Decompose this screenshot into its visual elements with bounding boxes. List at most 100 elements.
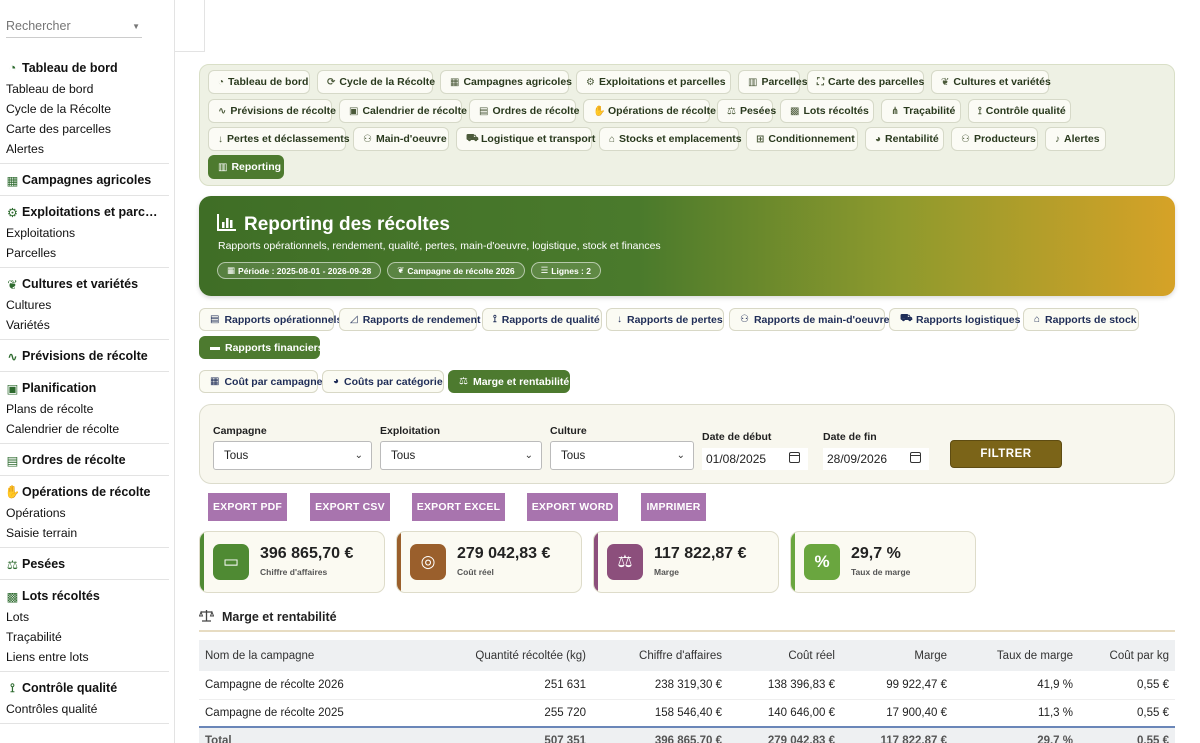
report-tab-rapports-de-rendement[interactable]: ◿ Rapports de rendement <box>339 308 481 331</box>
modnav-operations-de-recolte[interactable]: ✋ Opérations de récolte <box>583 99 716 123</box>
column-header-cout-par-kg[interactable]: Coût par kg <box>1079 640 1175 671</box>
calendar-icon[interactable] <box>910 452 921 463</box>
modnav-conditionnement[interactable]: ⊞ Conditionnement <box>746 127 858 151</box>
report-tab-rapports-de-qualite[interactable]: ⟟ Rapports de qualité <box>482 308 602 331</box>
sidebar-group-header[interactable]: ▩ Lots récoltés <box>0 585 169 607</box>
report-tab-rapports-logistiques[interactable]: ⛟ Rapports logistiques <box>889 308 1020 331</box>
sidebar-item-parcelles[interactable]: Parcelles <box>0 243 169 263</box>
modnav-logistique-et-transport[interactable]: ⛟ Logistique et transport <box>456 127 595 151</box>
modnav-label: Pertes et déclassements <box>227 133 350 145</box>
column-header-cout-reel[interactable]: Coût réel <box>728 640 841 671</box>
modnav-parcelles[interactable]: ▥ Parcelles <box>738 70 808 94</box>
column-header-quantite-recoltee-kg[interactable]: Quantité récoltée (kg) <box>414 640 592 671</box>
column-header-taux-de-marge[interactable]: Taux de marge <box>953 640 1079 671</box>
export-pdf-button[interactable]: EXPORT PDF <box>208 493 287 521</box>
sidebar-group-header[interactable]: ⚙ Exploitations et parc… <box>0 201 169 223</box>
export-excel-button[interactable]: EXPORT EXCEL <box>412 493 505 521</box>
page-title: Reporting des récoltes <box>217 213 450 237</box>
gauge-icon: ◔ <box>218 76 225 88</box>
sidebar-group-header[interactable]: ⟟ Contrôle qualité <box>0 677 169 699</box>
report-tab-rapports-financiers[interactable]: ▬ Rapports financiers <box>199 336 324 359</box>
sidebar-group-title: Tableau de bord <box>22 61 118 75</box>
chevron-down-icon[interactable]: ▼ <box>132 22 140 31</box>
sidebar-group-header[interactable]: ▣ Planification <box>0 377 169 399</box>
modnav-tableau-de-bord[interactable]: ◔ Tableau de bord <box>208 70 310 94</box>
bar-chart-icon <box>217 213 237 237</box>
sidebar-item-tracabilite[interactable]: Traçabilité <box>0 627 169 647</box>
modnav-cultures-et-varietes[interactable]: ❦ Cultures et variétés <box>931 70 1051 94</box>
arrow-down-icon: ↓ <box>617 314 622 325</box>
sidebar-group-header[interactable]: ▦ Campagnes agricoles <box>0 169 169 191</box>
filter-button[interactable]: FILTRER <box>950 440 1062 468</box>
date-debut-input[interactable]: 01/08/2025 <box>702 448 808 470</box>
exploitation-select[interactable]: Tous ⌄ <box>380 441 542 470</box>
section-title-text: Marge et rentabilité <box>222 610 337 624</box>
sidebar-item-liens-entre-lots[interactable]: Liens entre lots <box>0 647 169 667</box>
sidebar-item-carte-des-parcelles[interactable]: Carte des parcelles <box>0 119 169 139</box>
sidebar-item-cultures[interactable]: Cultures <box>0 295 169 315</box>
sidebar-group-header[interactable]: ✋ Opérations de récolte <box>0 481 169 503</box>
sidebar-item-controles-qualite[interactable]: Contrôles qualité <box>0 699 169 719</box>
modnav-exploitations-et-parcelles[interactable]: ⚙ Exploitations et parcelles <box>576 70 731 94</box>
table-row[interactable]: Campagne de récolte 2025 255 720 158 546,4… <box>199 699 1175 728</box>
culture-select[interactable]: Tous ⌄ <box>550 441 694 470</box>
sidebar-item-exploitations[interactable]: Exploitations <box>0 223 169 243</box>
sub-tab-marge-et-rentabilite[interactable]: ⚖ Marge et rentabilité <box>448 370 570 393</box>
sidebar-item-saisie-terrain[interactable]: Saisie terrain <box>0 523 169 543</box>
modnav-lots-recoltes[interactable]: ▩ Lots récoltés <box>780 99 874 123</box>
sidebar-item-varietes[interactable]: Variétés <box>0 315 169 335</box>
modnav-stocks-et-emplacements[interactable]: ⌂ Stocks et emplacements <box>599 127 742 151</box>
sidebar-group-header[interactable]: ▤ Ordres de récolte <box>0 449 169 471</box>
export-word-button[interactable]: EXPORT WORD <box>527 493 618 521</box>
sidebar-group-header[interactable]: ⚖ Pesées <box>0 553 169 575</box>
campagne-select[interactable]: Tous ⌄ <box>213 441 372 470</box>
table-row[interactable]: Campagne de récolte 2026 251 631 238 319,3… <box>199 671 1175 700</box>
modnav-producteurs[interactable]: ⚇ Producteurs <box>951 127 1038 151</box>
sidebar-item-tableau-de-bord[interactable]: Tableau de bord <box>0 79 169 99</box>
date-fin-input[interactable]: 28/09/2026 <box>823 448 929 470</box>
modnav-rentabilite[interactable]: ◕ Rentabilité <box>865 127 944 151</box>
modnav-calendrier-de-recolte[interactable]: ▣ Calendrier de récolte <box>339 99 467 123</box>
scale-icon: ⚖ <box>459 376 468 387</box>
sidebar-group-header[interactable]: ❦ Cultures et variétés <box>0 273 169 295</box>
column-header-marge[interactable]: Marge <box>841 640 953 671</box>
print-button[interactable]: IMPRIMER <box>641 493 706 521</box>
report-tab-rapports-de-main-d-oeuvre[interactable]: ⚇ Rapports de main-d'oeuvre <box>729 308 890 331</box>
sidebar-group-header[interactable]: ∿ Prévisions de récolte <box>0 345 169 367</box>
sub-tab-cout-par-campagne[interactable]: ▦ Coût par campagne <box>199 370 322 393</box>
modnav-previsions-de-recolte[interactable]: ∿ Prévisions de récolte <box>208 99 336 123</box>
sidebar-item-operations[interactable]: Opérations <box>0 503 169 523</box>
modnav-cycle-de-la-recolte[interactable]: ⟳ Cycle de la Récolte <box>317 70 435 94</box>
rows-chip-text: Lignes : 2 <box>551 265 591 276</box>
sidebar-search[interactable]: ▼ <box>6 14 142 38</box>
modnav-ordres-de-recolte[interactable]: ▤ Ordres de récolte <box>469 99 579 123</box>
export-csv-button[interactable]: EXPORT CSV <box>310 493 390 521</box>
search-input[interactable] <box>6 14 126 33</box>
modnav-carte-des-parcelles[interactable]: ⛶ Carte des parcelles <box>807 70 924 94</box>
sidebar-item-alertes[interactable]: Alertes <box>0 139 169 159</box>
sidebar-item-cycle-de-la-recolte[interactable]: Cycle de la Récolte <box>0 99 169 119</box>
bell-icon: ♪ <box>1055 133 1060 145</box>
app-root: ▼ ◔Tableau de bordTableau de bordCycle d… <box>0 0 1200 743</box>
modnav-campagnes-agricoles[interactable]: ▦ Campagnes agricoles <box>440 70 572 94</box>
sub-tab-couts-par-categorie[interactable]: ◕ Coûts par catégorie <box>322 370 444 393</box>
modnav-tracabilite[interactable]: ⋔ Traçabilité <box>881 99 961 123</box>
modnav-alertes[interactable]: ♪ Alertes <box>1045 127 1106 151</box>
calendar-icon[interactable] <box>789 452 800 463</box>
sidebar-item-lots[interactable]: Lots <box>0 607 169 627</box>
map-icon: ▥ <box>748 76 758 88</box>
column-header-chiffre-d-affaires[interactable]: Chiffre d'affaires <box>592 640 728 671</box>
report-tab-rapports-operationnels[interactable]: ▤ Rapports opérationnels <box>199 308 342 331</box>
modnav-reporting[interactable]: ▥ Reporting <box>208 155 284 179</box>
modnav-pertes-et-declassements[interactable]: ↓ Pertes et déclassements <box>208 127 350 151</box>
report-tab-rapports-de-stock[interactable]: ⌂ Rapports de stock <box>1023 308 1139 331</box>
sub-tab-label: Marge et rentabilité <box>472 375 570 388</box>
sidebar-group-header[interactable]: ◔ Tableau de bord <box>0 57 169 79</box>
report-tab-rapports-de-pertes[interactable]: ↓ Rapports de pertes <box>606 308 724 331</box>
modnav-main-d-oeuvre[interactable]: ⚇ Main-d'oeuvre <box>353 127 449 151</box>
column-header-nom-de-la-campagne[interactable]: Nom de la campagne <box>199 640 414 671</box>
sidebar-item-plans-de-recolte[interactable]: Plans de récolte <box>0 399 169 419</box>
modnav-controle-qualite[interactable]: ⟟ Contrôle qualité <box>968 99 1071 123</box>
modnav-pesees[interactable]: ⚖ Pesées <box>717 99 776 123</box>
sidebar-item-calendrier-de-recolte[interactable]: Calendrier de récolte <box>0 419 169 439</box>
